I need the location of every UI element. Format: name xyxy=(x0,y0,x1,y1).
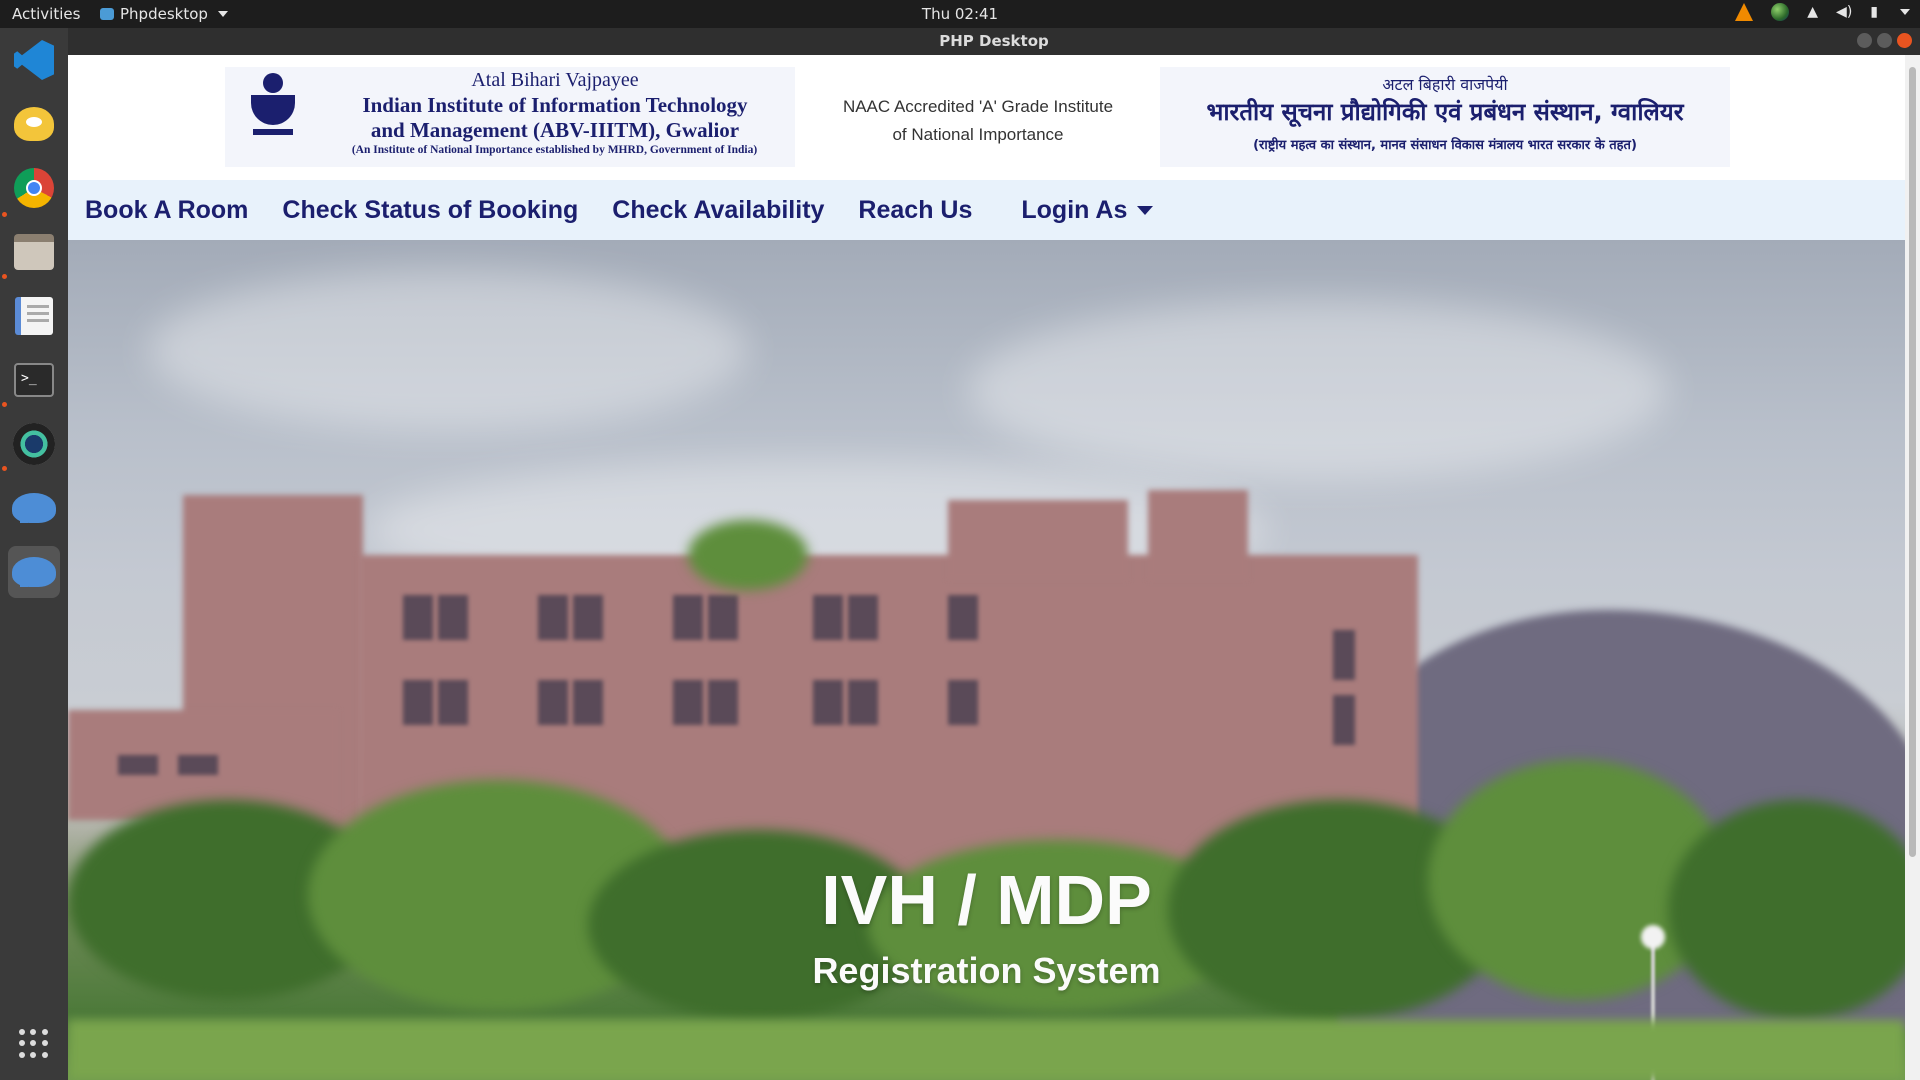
nav-reach-us[interactable]: Reach Us xyxy=(858,196,972,225)
institute-logo-hindi: अटल बिहारी वाजपेयी भारतीय सूचना प्रौद्यो… xyxy=(1160,67,1730,167)
app-menu[interactable]: Phpdesktop xyxy=(100,5,228,23)
clock[interactable]: Thu 02:41 xyxy=(922,5,998,23)
ubuntu-dock: >_ xyxy=(0,28,68,1080)
globe-icon[interactable] xyxy=(1771,3,1790,21)
main-navbar: Book A Room Check Status of Booking Chec… xyxy=(68,180,1920,240)
nav-login-as-label: Login As xyxy=(1021,195,1128,224)
dock-item-php-desktop[interactable] xyxy=(8,482,60,534)
logo-line-2: Indian Institute of Information Technolo… xyxy=(362,93,748,117)
web-page: Atal Bihari Vajpayee Indian Institute of… xyxy=(68,55,1920,1080)
page-scrollbar[interactable] xyxy=(1905,55,1920,1080)
dock-item-php-desktop-active[interactable] xyxy=(8,546,60,598)
hero-subtitle: Registration System xyxy=(812,950,1161,991)
naac-line-2: of National Importance xyxy=(892,125,1064,144)
text-editor-icon xyxy=(15,297,53,335)
vlc-icon[interactable] xyxy=(1735,3,1754,21)
show-applications-button[interactable] xyxy=(8,1018,60,1070)
naac-accreditation-text: NAAC Accredited 'A' Grade Institute of N… xyxy=(828,93,1128,149)
php-desktop-icon xyxy=(12,493,56,523)
hindi-logo-line-1: अटल बिहारी वाजपेयी xyxy=(1382,75,1508,94)
teapot-icon xyxy=(14,107,54,141)
dock-item-files[interactable] xyxy=(8,226,60,278)
nav-check-availability[interactable]: Check Availability xyxy=(612,196,824,225)
dock-item-camera[interactable] xyxy=(8,418,60,470)
volume-icon[interactable]: ◀) xyxy=(1836,4,1852,20)
hero-banner: IVH / MDP Registration System xyxy=(68,240,1905,1080)
hindi-logo-line-3: (राष्ट्रीय महत्व का संस्थान, मानव संसाधन… xyxy=(1253,138,1637,153)
battery-icon[interactable]: ▮ xyxy=(1870,4,1878,20)
dock-item-terminal[interactable]: >_ xyxy=(8,354,60,406)
terminal-icon: >_ xyxy=(14,363,54,397)
nav-book-a-room[interactable]: Book A Room xyxy=(85,196,248,225)
hindi-logo-line-2: भारतीय सूचना प्रौद्योगिकी एवं प्रबंधन सं… xyxy=(1206,98,1684,126)
dock-item-teapot[interactable] xyxy=(8,98,60,150)
files-icon xyxy=(14,234,54,270)
chrome-icon xyxy=(14,168,54,208)
logo-line-1: Atal Bihari Vajpayee xyxy=(471,69,639,91)
dock-item-chrome[interactable] xyxy=(8,162,60,214)
wifi-icon[interactable]: ▲ xyxy=(1807,4,1818,20)
chevron-down-icon xyxy=(217,11,228,17)
show-applications-icon xyxy=(19,1029,49,1059)
maximize-button[interactable] xyxy=(1877,33,1892,48)
window-title-bar: PHP Desktop xyxy=(68,28,1920,55)
dock-item-vscode[interactable] xyxy=(8,34,60,86)
logo-line-3: and Management (ABV-IIITM), Gwalior xyxy=(370,118,740,142)
dock-item-text-editor[interactable] xyxy=(8,290,60,342)
php-desktop-active-icon xyxy=(12,557,56,587)
minimize-button[interactable] xyxy=(1857,33,1872,48)
institute-emblem-icon xyxy=(243,73,303,149)
caret-down-icon xyxy=(1137,206,1154,216)
naac-line-1: NAAC Accredited 'A' Grade Institute xyxy=(842,97,1114,116)
vscode-icon xyxy=(14,40,54,80)
hero-title: IVH / MDP xyxy=(821,861,1152,939)
scrollbar-thumb[interactable] xyxy=(1909,67,1916,857)
system-tray: ▲ ◀) ▮ xyxy=(1735,3,1910,21)
gnome-top-bar: Activities Phpdesktop Thu 02:41 ▲ ◀) ▮ xyxy=(0,0,1920,28)
activities-button[interactable]: Activities xyxy=(12,5,80,23)
close-button[interactable] xyxy=(1897,33,1912,48)
site-header: Atal Bihari Vajpayee Indian Institute of… xyxy=(68,55,1920,180)
system-menu-icon[interactable] xyxy=(1900,9,1910,15)
institute-logo-english: Atal Bihari Vajpayee Indian Institute of… xyxy=(225,67,795,167)
nav-check-status-of-booking[interactable]: Check Status of Booking xyxy=(282,196,578,225)
camera-icon xyxy=(13,423,55,465)
app-menu-label: Phpdesktop xyxy=(120,5,208,23)
logo-line-4: (An Institute of National Importance est… xyxy=(351,144,758,156)
php-desktop-icon xyxy=(100,8,114,20)
window-title: PHP Desktop xyxy=(939,32,1049,50)
nav-login-as-dropdown[interactable]: Login As xyxy=(1021,195,1154,225)
